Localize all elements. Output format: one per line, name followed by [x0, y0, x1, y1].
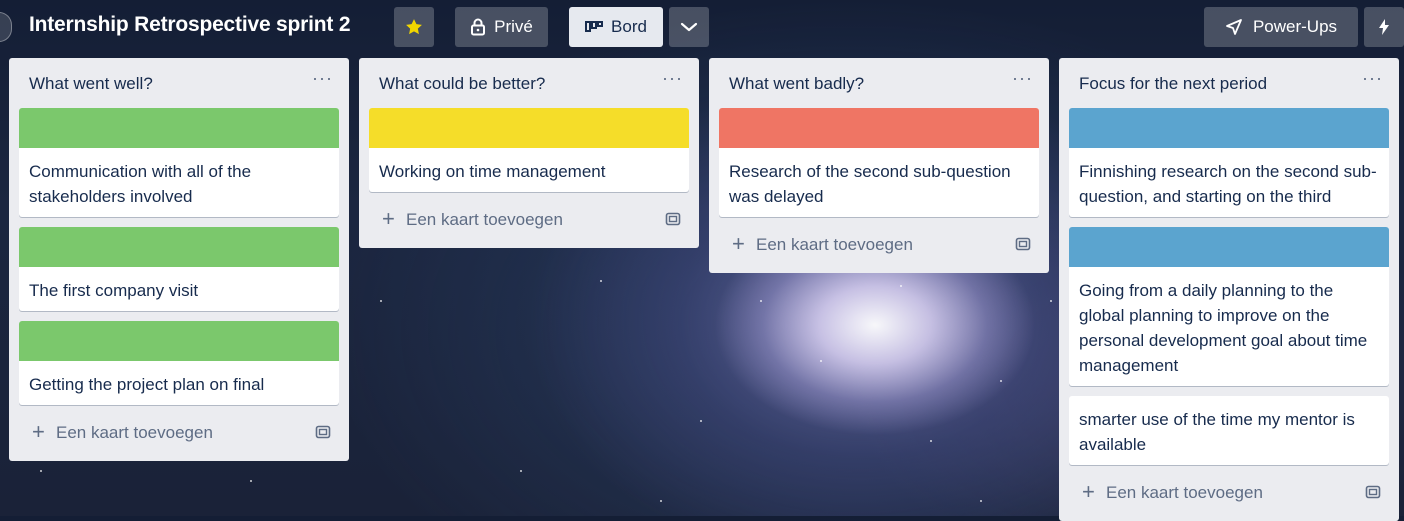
list-header: What could be better? ···: [359, 58, 699, 108]
card[interactable]: Getting the project plan on final: [19, 321, 339, 405]
add-card-button[interactable]: + Een kaart toevoegen: [9, 415, 349, 455]
card[interactable]: Research of the second sub-question was …: [719, 108, 1039, 217]
board-view-button[interactable]: Bord: [569, 7, 663, 47]
add-card-button[interactable]: + Een kaart toevoegen: [1059, 475, 1399, 515]
card-title: smarter use of the time my mentor is ava…: [1079, 410, 1355, 454]
list-what-could-be-better: What could be better? ··· Working on tim…: [359, 58, 699, 248]
card-title: Research of the second sub-question was …: [729, 162, 1011, 206]
card-cover: [19, 227, 339, 267]
visibility-button[interactable]: Privé: [455, 7, 548, 47]
board-header: Internship Retrospective sprint 2 Privé …: [0, 0, 1404, 54]
card-title: Going from a daily planning to the globa…: [1079, 281, 1368, 375]
card-cover: [19, 321, 339, 361]
card-title: Communication with all of the stakeholde…: [29, 162, 252, 206]
plus-icon: +: [732, 231, 745, 256]
card-cover: [1069, 108, 1389, 148]
card-template-icon[interactable]: [1015, 236, 1031, 252]
list-title[interactable]: What could be better?: [379, 74, 545, 94]
view-switcher-button[interactable]: [669, 7, 709, 47]
board-title[interactable]: Internship Retrospective sprint 2: [29, 13, 351, 37]
list-header: What went badly? ···: [709, 58, 1049, 108]
card[interactable]: Finnishing research on the second sub-qu…: [1069, 108, 1389, 217]
list-header: Focus for the next period ···: [1059, 58, 1399, 108]
power-ups-button[interactable]: Power-Ups: [1204, 7, 1358, 47]
visibility-label: Privé: [494, 17, 533, 36]
card-cover: [719, 108, 1039, 148]
card-template-icon[interactable]: [1365, 484, 1381, 500]
lock-icon: [471, 18, 486, 36]
card-template-icon[interactable]: [315, 424, 331, 440]
list-title[interactable]: What went well?: [29, 74, 153, 94]
card[interactable]: Going from a daily planning to the globa…: [1069, 227, 1389, 386]
add-card-label: Een kaart toevoegen: [1106, 483, 1263, 502]
add-card-button[interactable]: + Een kaart toevoegen: [359, 202, 699, 242]
list-menu-button[interactable]: ···: [662, 68, 683, 89]
card[interactable]: Working on time management: [369, 108, 689, 192]
plus-icon: +: [32, 419, 45, 444]
card-cover: [1069, 227, 1389, 267]
card-cover: [369, 108, 689, 148]
list-header: What went well? ···: [9, 58, 349, 108]
list-title[interactable]: Focus for the next period: [1079, 74, 1267, 94]
lightning-icon: [1379, 19, 1389, 35]
list-focus-next-period: Focus for the next period ··· Finnishing…: [1059, 58, 1399, 521]
star-icon: [406, 19, 422, 35]
add-card-label: Een kaart toevoegen: [56, 423, 213, 442]
rocket-icon: [1226, 19, 1242, 35]
list-what-went-well: What went well? ··· Communication with a…: [9, 58, 349, 461]
card[interactable]: The first company visit: [19, 227, 339, 311]
plus-icon: +: [382, 206, 395, 231]
star-board-button[interactable]: [394, 7, 434, 47]
card-title: Finnishing research on the second sub-qu…: [1079, 162, 1377, 206]
card-title: Working on time management: [379, 162, 606, 181]
add-card-button[interactable]: + Een kaart toevoegen: [709, 227, 1049, 267]
board-view-icon: [585, 21, 604, 32]
plus-icon: +: [1082, 479, 1095, 504]
list-menu-button[interactable]: ···: [1012, 68, 1033, 89]
card-title: The first company visit: [29, 281, 199, 300]
power-ups-label: Power-Ups: [1252, 17, 1338, 36]
board-view-label: Bord: [611, 17, 647, 36]
card-cover: [19, 108, 339, 148]
list-menu-button[interactable]: ···: [312, 68, 333, 89]
list-title[interactable]: What went badly?: [729, 74, 864, 94]
list-menu-button[interactable]: ···: [1362, 68, 1383, 89]
chevron-down-icon: [680, 22, 698, 32]
automation-button[interactable]: [1364, 7, 1404, 47]
add-card-label: Een kaart toevoegen: [406, 210, 563, 229]
card-title: Getting the project plan on final: [29, 375, 265, 394]
card[interactable]: smarter use of the time my mentor is ava…: [1069, 396, 1389, 465]
card[interactable]: Communication with all of the stakeholde…: [19, 108, 339, 217]
sidebar-toggle-button[interactable]: [0, 12, 12, 42]
card-template-icon[interactable]: [665, 211, 681, 227]
list-what-went-badly: What went badly? ··· Research of the sec…: [709, 58, 1049, 273]
add-card-label: Een kaart toevoegen: [756, 235, 913, 254]
